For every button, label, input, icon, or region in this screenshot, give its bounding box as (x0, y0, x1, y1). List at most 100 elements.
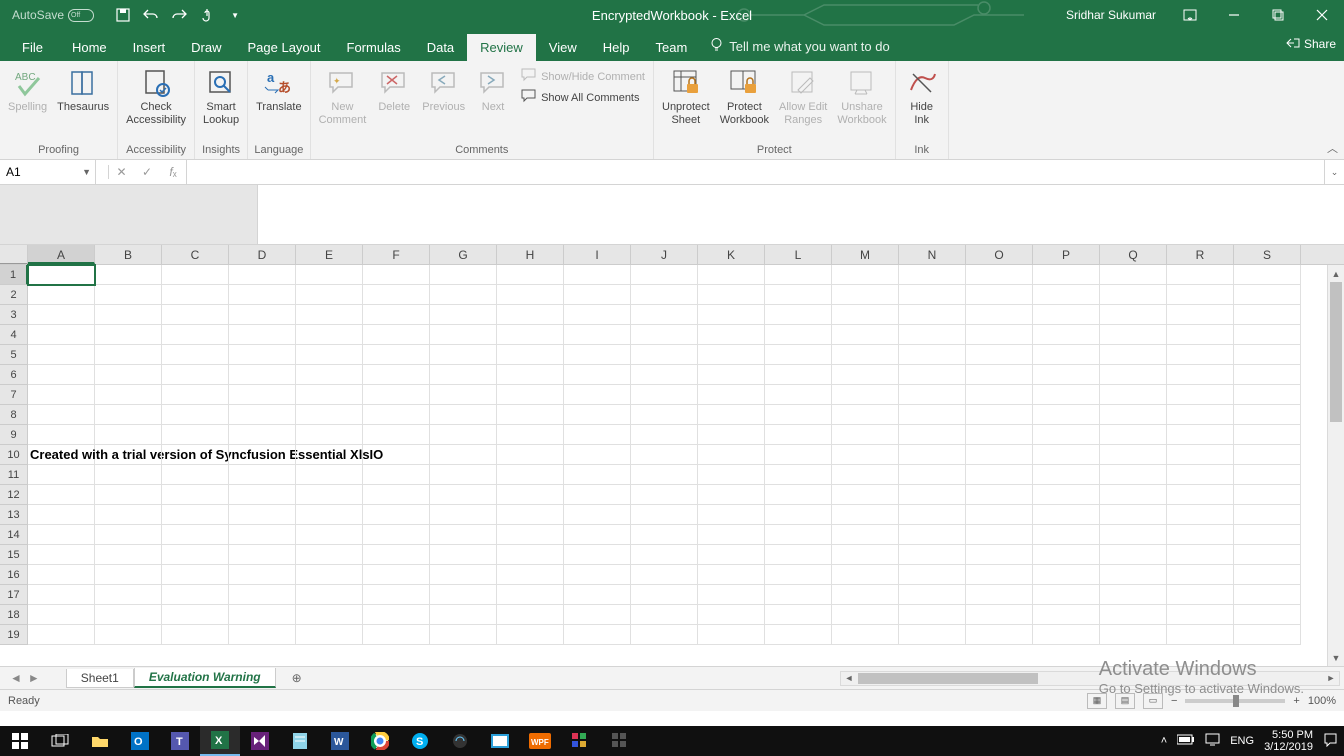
cell-P18[interactable] (1033, 605, 1100, 625)
outlook-icon[interactable]: O (120, 726, 160, 756)
cell-P15[interactable] (1033, 545, 1100, 565)
cell-P5[interactable] (1033, 345, 1100, 365)
add-sheet-button[interactable]: ⊕ (286, 671, 308, 685)
cell-L7[interactable] (765, 385, 832, 405)
cell-E13[interactable] (296, 505, 363, 525)
cell-L5[interactable] (765, 345, 832, 365)
cell-E5[interactable] (296, 345, 363, 365)
cell-S6[interactable] (1234, 365, 1301, 385)
cell-S18[interactable] (1234, 605, 1301, 625)
cell-G6[interactable] (430, 365, 497, 385)
user-name[interactable]: Sridhar Sukumar (1066, 8, 1156, 22)
cell-A16[interactable] (28, 565, 95, 585)
previous-comment-button[interactable]: Previous (418, 65, 469, 116)
cell-M13[interactable] (832, 505, 899, 525)
tab-data[interactable]: Data (414, 34, 467, 61)
clock[interactable]: 5:50 PM 3/12/2019 (1264, 729, 1313, 753)
cell-H6[interactable] (497, 365, 564, 385)
row-header-9[interactable]: 9 (0, 425, 28, 445)
cell-E2[interactable] (296, 285, 363, 305)
cell-D4[interactable] (229, 325, 296, 345)
scroll-right-icon[interactable]: ► (1323, 673, 1339, 683)
cell-N10[interactable] (899, 445, 966, 465)
cell-A5[interactable] (28, 345, 95, 365)
undo-icon[interactable] (142, 6, 160, 24)
cell-H5[interactable] (497, 345, 564, 365)
cell-J18[interactable] (631, 605, 698, 625)
cell-S9[interactable] (1234, 425, 1301, 445)
cell-O9[interactable] (966, 425, 1033, 445)
app-icon-3[interactable] (560, 726, 600, 756)
cell-K13[interactable] (698, 505, 765, 525)
cell-N5[interactable] (899, 345, 966, 365)
cell-O7[interactable] (966, 385, 1033, 405)
cell-O2[interactable] (966, 285, 1033, 305)
cell-Q19[interactable] (1100, 625, 1167, 645)
column-header-Q[interactable]: Q (1100, 245, 1167, 264)
cell-S5[interactable] (1234, 345, 1301, 365)
cell-B8[interactable] (95, 405, 162, 425)
cell-B18[interactable] (95, 605, 162, 625)
cell-S16[interactable] (1234, 565, 1301, 585)
cell-J12[interactable] (631, 485, 698, 505)
cell-E15[interactable] (296, 545, 363, 565)
skype-icon[interactable]: S (400, 726, 440, 756)
cell-J16[interactable] (631, 565, 698, 585)
cell-O5[interactable] (966, 345, 1033, 365)
cell-G11[interactable] (430, 465, 497, 485)
insert-function-button[interactable]: fₓ (160, 165, 186, 179)
cell-F13[interactable] (363, 505, 430, 525)
cell-F19[interactable] (363, 625, 430, 645)
cell-C5[interactable] (162, 345, 229, 365)
column-header-R[interactable]: R (1167, 245, 1234, 264)
cell-F6[interactable] (363, 365, 430, 385)
column-header-F[interactable]: F (363, 245, 430, 264)
cell-D17[interactable] (229, 585, 296, 605)
column-header-C[interactable]: C (162, 245, 229, 264)
cell-I15[interactable] (564, 545, 631, 565)
cell-Q4[interactable] (1100, 325, 1167, 345)
row-header-8[interactable]: 8 (0, 405, 28, 425)
task-view-icon[interactable] (40, 726, 80, 756)
cell-I19[interactable] (564, 625, 631, 645)
language-indicator[interactable]: ENG (1230, 735, 1254, 747)
column-header-H[interactable]: H (497, 245, 564, 264)
share-button[interactable]: Share (1286, 36, 1336, 52)
cell-E18[interactable] (296, 605, 363, 625)
cell-J1[interactable] (631, 265, 698, 285)
cell-J10[interactable] (631, 445, 698, 465)
cell-I2[interactable] (564, 285, 631, 305)
hide-ink-button[interactable]: Hide Ink (900, 65, 944, 129)
protect-workbook-button[interactable]: Protect Workbook (716, 65, 773, 129)
cell-I8[interactable] (564, 405, 631, 425)
cell-O10[interactable] (966, 445, 1033, 465)
cell-I1[interactable] (564, 265, 631, 285)
cell-C2[interactable] (162, 285, 229, 305)
cell-R1[interactable] (1167, 265, 1234, 285)
cell-A15[interactable] (28, 545, 95, 565)
cell-O11[interactable] (966, 465, 1033, 485)
cell-G16[interactable] (430, 565, 497, 585)
cell-B13[interactable] (95, 505, 162, 525)
cell-L9[interactable] (765, 425, 832, 445)
sheet-tab-evaluation-warning[interactable]: Evaluation Warning (134, 668, 276, 688)
column-header-G[interactable]: G (430, 245, 497, 264)
scroll-left-icon[interactable]: ◄ (841, 673, 857, 683)
cell-J17[interactable] (631, 585, 698, 605)
cell-A4[interactable] (28, 325, 95, 345)
cell-Q7[interactable] (1100, 385, 1167, 405)
cell-E1[interactable] (296, 265, 363, 285)
formula-input[interactable] (187, 160, 1324, 184)
cell-N13[interactable] (899, 505, 966, 525)
cell-A11[interactable] (28, 465, 95, 485)
cell-C10[interactable] (162, 445, 229, 465)
cell-K18[interactable] (698, 605, 765, 625)
cell-F1[interactable] (363, 265, 430, 285)
cell-K1[interactable] (698, 265, 765, 285)
cell-S19[interactable] (1234, 625, 1301, 645)
wpf-icon[interactable]: WPF (520, 726, 560, 756)
cell-M11[interactable] (832, 465, 899, 485)
cell-M7[interactable] (832, 385, 899, 405)
column-header-A[interactable]: A (28, 245, 95, 264)
cell-C4[interactable] (162, 325, 229, 345)
